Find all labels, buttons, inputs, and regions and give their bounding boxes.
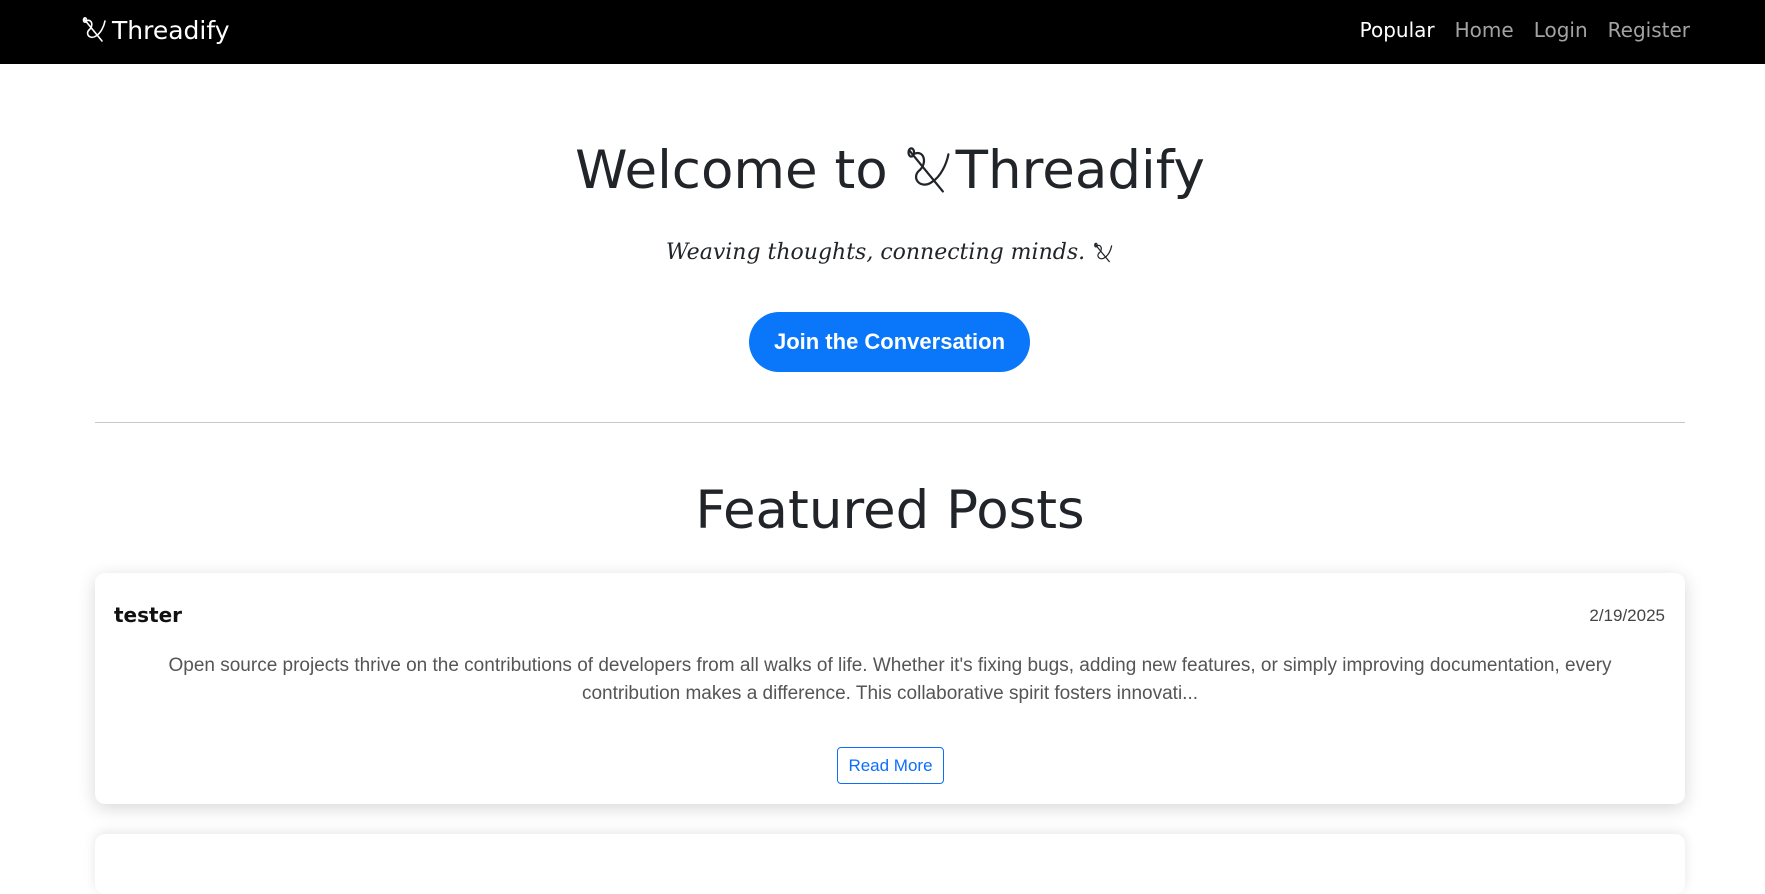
tagline: Weaving thoughts, connecting minds. [0,240,1765,265]
nav-link-home[interactable]: Home [1455,18,1514,42]
post-excerpt: Open source projects thrive on the contr… [168,655,1612,704]
post-date: 2/19/2025 [1589,606,1665,625]
needle-thread-icon [902,145,954,197]
featured-posts-title: Featured Posts [695,480,1085,541]
needle-thread-icon [80,16,108,44]
nav-link-register[interactable]: Register [1608,18,1690,42]
post-author: tester [114,603,183,627]
post-card: tester 2/19/2025 Open source projects th… [95,573,1685,804]
nav-links: Popular Home Login Register [1340,14,1690,46]
section-divider [95,422,1685,423]
brand-link[interactable]: Threadify [80,14,230,46]
nav-link-login[interactable]: Login [1534,18,1588,42]
join-conversation-button[interactable]: Join the Conversation [749,312,1030,372]
read-more-button[interactable]: Read More [837,747,944,784]
hero-title-brand: Threadify [955,140,1205,201]
navbar: Threadify Popular Home Login Register [0,0,1765,64]
hero-title-prefix: Welcome to [575,140,888,201]
hero-title: Welcome to Threadify [0,140,1765,201]
needle-thread-icon [1092,242,1114,264]
brand-name: Threadify [112,15,230,45]
post-card [95,834,1685,894]
nav-link-popular[interactable]: Popular [1360,18,1435,42]
tagline-text: Weaving thoughts, connecting minds. [665,240,1086,265]
